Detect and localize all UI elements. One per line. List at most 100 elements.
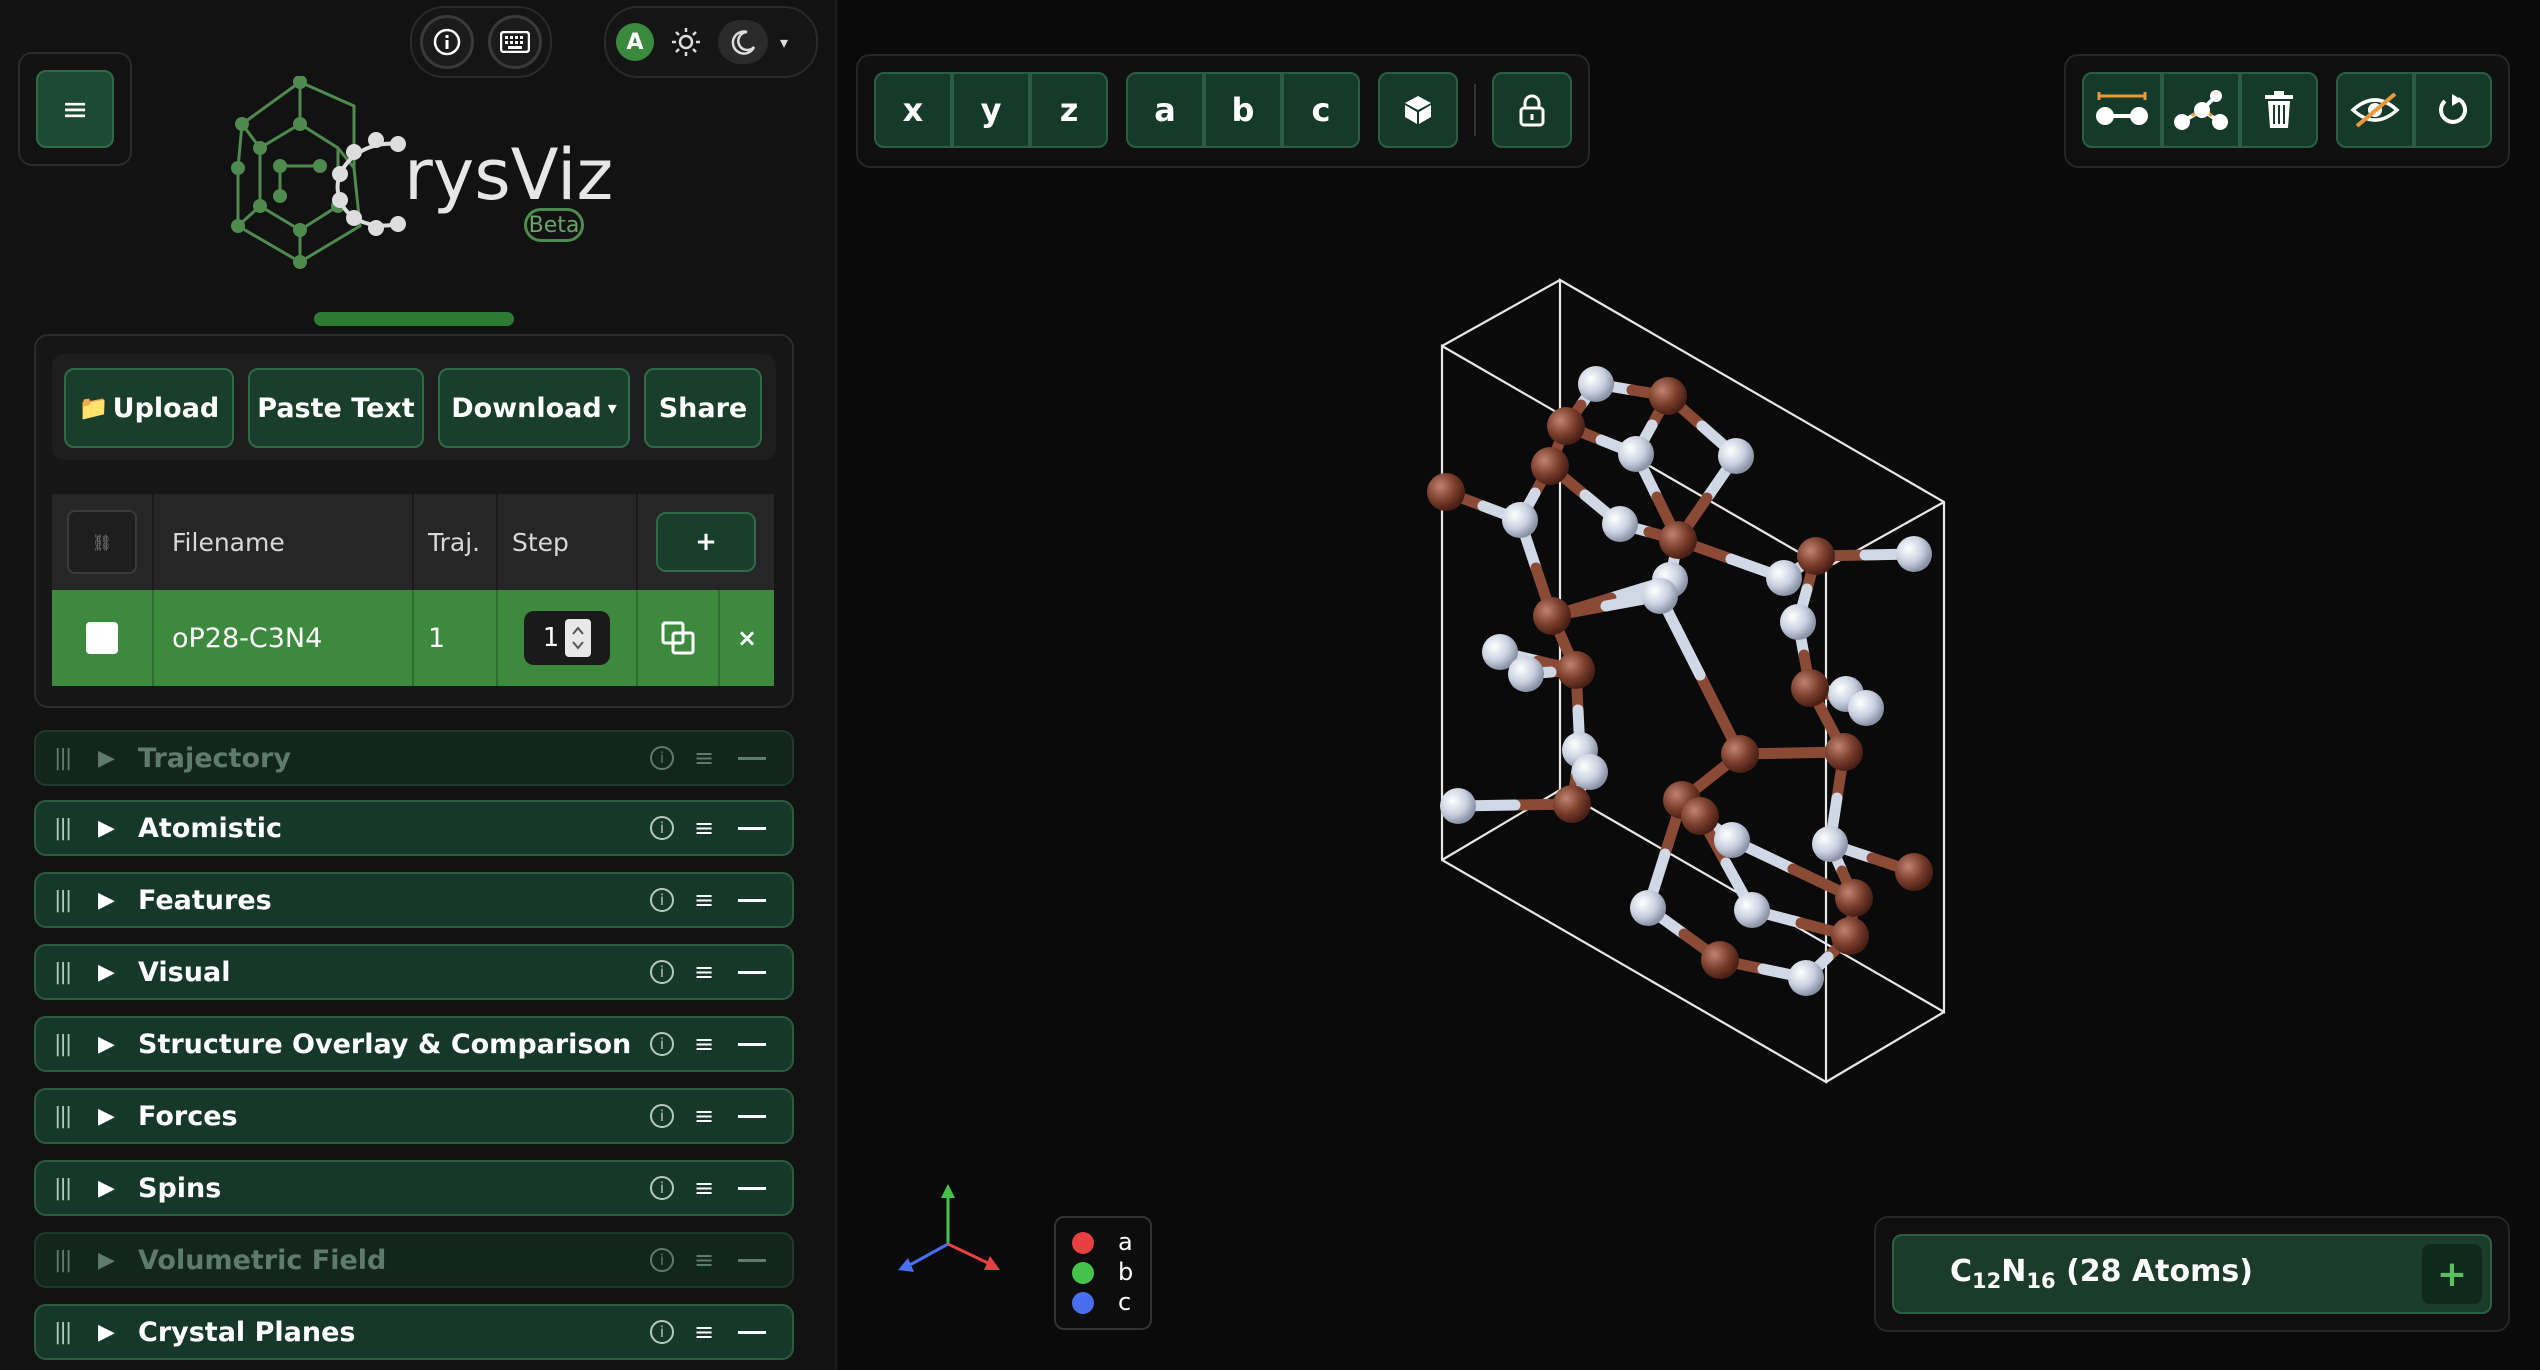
carbon-atom[interactable]	[1553, 785, 1591, 823]
column-header-traj[interactable]: Traj.	[414, 494, 498, 590]
overlay-copy-icon[interactable]	[660, 620, 696, 656]
carbon-atom[interactable]	[1835, 879, 1873, 917]
add-file-button[interactable]: +	[656, 512, 756, 572]
section-visual[interactable]: ||| ▶ Visual i ≡	[34, 944, 794, 1000]
dark-mode-toggle[interactable]	[718, 20, 768, 64]
section-atomistic[interactable]: ||| ▶ Atomistic i ≡	[34, 800, 794, 856]
nitrogen-atom[interactable]	[1812, 826, 1848, 862]
section-menu-icon[interactable]: ≡	[692, 744, 716, 772]
nitrogen-atom[interactable]	[1766, 560, 1802, 596]
step-stepper[interactable]: 1	[524, 611, 610, 665]
section-structure-overlay-comparison[interactable]: ||| ▶ Structure Overlay & Comparison i ≡	[34, 1016, 794, 1072]
expand-triangle-icon[interactable]: ▶	[98, 746, 128, 771]
carbon-atom[interactable]	[1659, 521, 1697, 559]
upload-button[interactable]: 📁 Upload	[64, 368, 234, 448]
info-icon[interactable]: i	[650, 1176, 674, 1200]
nitrogen-atom[interactable]	[1578, 366, 1614, 402]
nitrogen-atom[interactable]	[1572, 754, 1608, 790]
expand-triangle-icon[interactable]: ▶	[98, 1248, 128, 1273]
carbon-atom[interactable]	[1427, 473, 1465, 511]
carbon-atom[interactable]	[1531, 447, 1569, 485]
formula-display[interactable]: C12N16 (28 Atoms) +	[1892, 1234, 2492, 1314]
collapse-icon[interactable]	[738, 1114, 766, 1118]
expand-triangle-icon[interactable]: ▶	[98, 1320, 128, 1345]
drag-handle-icon[interactable]: |||	[54, 1104, 84, 1129]
nitrogen-atom[interactable]	[1714, 822, 1750, 858]
drag-handle-icon[interactable]: |||	[54, 1320, 84, 1345]
avatar[interactable]: A	[616, 23, 654, 61]
carbon-atom[interactable]	[1701, 941, 1739, 979]
lock-camera-button[interactable]	[1492, 72, 1572, 148]
collapse-icon[interactable]	[738, 826, 766, 830]
delete-measurements-button[interactable]	[2240, 72, 2318, 148]
sun-icon[interactable]	[670, 26, 702, 58]
paste-text-button[interactable]: Paste Text	[248, 368, 424, 448]
drag-handle-icon[interactable]: |||	[54, 1032, 84, 1057]
nitrogen-atom[interactable]	[1718, 438, 1754, 474]
toggle-visibility-button[interactable]	[2336, 72, 2414, 148]
expand-triangle-icon[interactable]: ▶	[98, 816, 128, 841]
nitrogen-atom[interactable]	[1848, 690, 1884, 726]
section-menu-icon[interactable]: ≡	[692, 1318, 716, 1346]
carbon-atom[interactable]	[1895, 853, 1933, 891]
carbon-atom[interactable]	[1831, 917, 1869, 955]
expand-triangle-icon[interactable]: ▶	[98, 888, 128, 913]
info-icon[interactable]: i	[650, 1032, 674, 1056]
carbon-atom[interactable]	[1721, 735, 1759, 773]
nitrogen-atom[interactable]	[1630, 890, 1666, 926]
section-menu-icon[interactable]: ≡	[692, 886, 716, 914]
keyboard-button[interactable]	[488, 15, 542, 69]
stepper-arrows[interactable]	[565, 619, 592, 657]
view-lattice-b-button[interactable]: b	[1204, 72, 1282, 148]
section-menu-icon[interactable]: ≡	[692, 1174, 716, 1202]
expand-triangle-icon[interactable]: ▶	[98, 1176, 128, 1201]
collapse-icon[interactable]	[738, 1186, 766, 1190]
nitrogen-atom[interactable]	[1642, 578, 1678, 614]
carbon-atom[interactable]	[1681, 797, 1719, 835]
section-menu-icon[interactable]: ≡	[692, 1246, 716, 1274]
nitrogen-atom[interactable]	[1602, 506, 1638, 542]
section-forces[interactable]: ||| ▶ Forces i ≡	[34, 1088, 794, 1144]
share-button[interactable]: Share	[644, 368, 762, 448]
menu-button[interactable]: ≡	[36, 70, 114, 148]
info-icon[interactable]: i	[650, 1104, 674, 1128]
section-spins[interactable]: ||| ▶ Spins i ≡	[34, 1160, 794, 1216]
info-icon[interactable]: i	[650, 1320, 674, 1344]
measure-angle-button[interactable]	[2162, 72, 2240, 148]
collapse-icon[interactable]	[738, 898, 766, 902]
structure-viewport[interactable]	[1380, 260, 2020, 1100]
section-features[interactable]: ||| ▶ Features i ≡	[34, 872, 794, 928]
carbon-atom[interactable]	[1649, 377, 1687, 415]
nitrogen-atom[interactable]	[1618, 436, 1654, 472]
remove-file-button[interactable]: ×	[720, 590, 774, 686]
column-header-step[interactable]: Step	[498, 494, 638, 590]
view-axis-z-button[interactable]: z	[1030, 72, 1108, 148]
drag-handle-icon[interactable]: |||	[54, 746, 84, 771]
carbon-atom[interactable]	[1797, 537, 1835, 575]
info-icon[interactable]: i	[650, 960, 674, 984]
row-checkbox[interactable]	[86, 622, 118, 654]
collapse-icon[interactable]	[738, 1330, 766, 1334]
drag-handle-icon[interactable]: |||	[54, 888, 84, 913]
carbon-atom[interactable]	[1533, 597, 1571, 635]
drag-handle-icon[interactable]: |||	[54, 1248, 84, 1273]
carbon-atom[interactable]	[1557, 651, 1595, 689]
nitrogen-atom[interactable]	[1780, 604, 1816, 640]
view-axis-y-button[interactable]: y	[952, 72, 1030, 148]
expand-triangle-icon[interactable]: ▶	[98, 1104, 128, 1129]
collapse-icon[interactable]	[738, 1258, 766, 1262]
section-trajectory[interactable]: ||| ▶ Trajectory i ≡	[34, 730, 794, 786]
table-row-filename[interactable]: oP28-C3N4	[154, 590, 414, 686]
collapse-icon[interactable]	[738, 756, 766, 760]
nitrogen-atom[interactable]	[1502, 502, 1538, 538]
section-menu-icon[interactable]: ≡	[692, 1102, 716, 1130]
nitrogen-atom[interactable]	[1788, 960, 1824, 996]
info-icon[interactable]: i	[650, 816, 674, 840]
carbon-atom[interactable]	[1791, 669, 1829, 707]
drag-handle-icon[interactable]: |||	[54, 816, 84, 841]
view-cell-button[interactable]	[1378, 72, 1458, 148]
carbon-atom[interactable]	[1825, 733, 1863, 771]
carbon-atom[interactable]	[1547, 407, 1585, 445]
nitrogen-atom[interactable]	[1440, 788, 1476, 824]
reset-view-button[interactable]	[2414, 72, 2492, 148]
